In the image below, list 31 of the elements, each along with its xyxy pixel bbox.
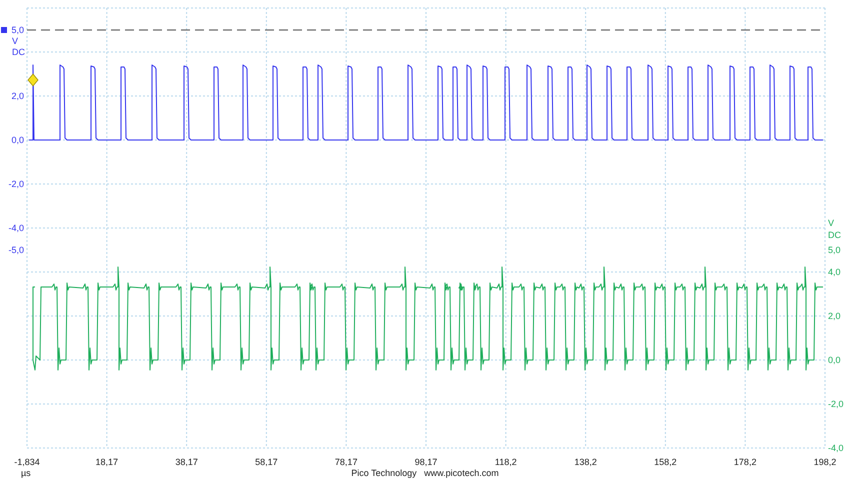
trigger-marker-icon[interactable]: [28, 73, 38, 87]
axis-label: 0,0: [11, 135, 24, 145]
axis-label: 198,2: [814, 457, 836, 467]
axis-label: -2,0: [828, 399, 844, 409]
axis-label: 78,17: [334, 457, 358, 467]
channel-marker-icon: [1, 27, 7, 33]
axis-label: -4,0: [828, 443, 844, 453]
axis-label: 2,0: [11, 91, 24, 101]
axis-label: 118,2: [494, 457, 517, 467]
axis-label: 158,2: [654, 457, 677, 467]
unit-label: V: [12, 36, 18, 46]
axis-label: 58,17: [255, 457, 278, 467]
axis-label: 0,0: [828, 355, 841, 365]
coupling-label: DC: [828, 230, 841, 240]
axis-label: 5,0: [11, 25, 24, 35]
axis-label: 18,17: [96, 457, 118, 467]
axis-label: 38,17: [175, 457, 198, 467]
axis-label: -5,0: [8, 245, 24, 255]
axis-label: 4,0: [828, 267, 841, 277]
axis-label: 2,0: [828, 311, 841, 321]
axis-label: 5,0: [828, 245, 841, 255]
footer-text: Pico Technology www.picotech.com: [351, 468, 499, 478]
axis-label: 138,2: [574, 457, 597, 467]
unit-label: µs: [21, 468, 31, 478]
axis-label: 98,17: [414, 457, 438, 467]
axis-label: -1,834: [14, 457, 40, 467]
axis-label: -4,0: [8, 223, 24, 233]
unit-label: V: [828, 218, 834, 228]
coupling-label: DC: [12, 47, 25, 57]
axis-label: 178,2: [734, 457, 756, 467]
axis-label: -2,0: [8, 179, 24, 189]
